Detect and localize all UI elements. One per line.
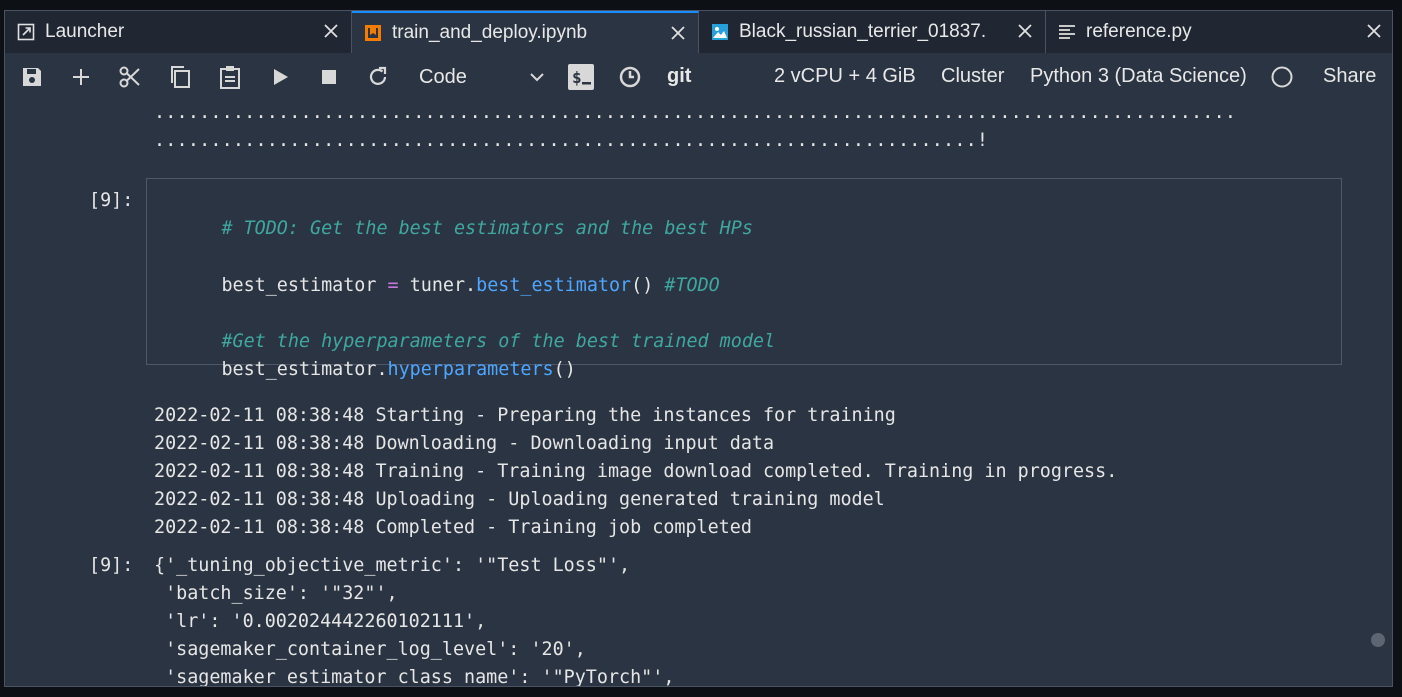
cell-type-select[interactable]: Code (419, 62, 545, 92)
notebook-window: Launcher train_and_deploy.ipynb Black_ru… (4, 10, 1393, 687)
code-variable: best_estimator (221, 275, 377, 296)
tab-label: Launcher (45, 21, 125, 42)
output-line: {'_tuning_objective_metric': '"Test Loss… (154, 555, 631, 576)
share-button[interactable]: Share (1323, 65, 1376, 88)
save-icon[interactable] (18, 63, 46, 91)
close-icon[interactable] (668, 23, 688, 43)
tab-reference-py[interactable]: reference.py (1046, 11, 1392, 53)
terminal-icon[interactable]: $ (567, 63, 595, 91)
log-line: 2022-02-11 08:38:48 Downloading - Downlo… (154, 433, 775, 454)
input-prompt: [9]: (89, 190, 134, 211)
log-line: 2022-02-11 08:38:48 Training - Training … (154, 461, 1118, 482)
close-icon[interactable] (1364, 21, 1384, 41)
copy-icon[interactable] (166, 63, 194, 91)
code-call: () (631, 275, 654, 296)
tab-label: reference.py (1086, 21, 1192, 42)
output-line: 'lr': '0.002024442260102111', (154, 611, 487, 632)
add-cell-icon[interactable] (67, 63, 95, 91)
log-line: 2022-02-11 08:38:48 Completed - Training… (154, 517, 752, 538)
tab-label: Black_russian_terrier_01837. (739, 21, 987, 42)
svg-text:$: $ (572, 68, 582, 87)
paste-icon[interactable] (216, 63, 244, 91)
notebook-toolbar: Code $ git 2 vCPU + 4 GiB Cluster Python… (5, 53, 1392, 101)
code-comment: # TODO: Get the best estimators and the … (221, 218, 753, 239)
chevron-down-icon (529, 68, 545, 91)
close-icon[interactable] (321, 21, 341, 41)
kernel-name[interactable]: Python 3 (Data Science) (1030, 65, 1247, 88)
code-object: tuner. (409, 275, 477, 296)
cut-icon[interactable] (116, 63, 144, 91)
tab-image-file[interactable]: Black_russian_terrier_01837. (699, 11, 1046, 53)
output-progress-dots: ........................................… (154, 130, 989, 151)
scrollbar-thumb[interactable] (1371, 633, 1385, 647)
output-prompt: [9]: (89, 555, 134, 576)
code-function: hyperparameters (387, 359, 554, 380)
log-line: 2022-02-11 08:38:48 Starting - Preparing… (154, 405, 896, 426)
instance-type[interactable]: 2 vCPU + 4 GiB (774, 65, 916, 88)
kernel-status-icon (1268, 63, 1296, 91)
code-line: best_estimator.hyperparameters() (155, 328, 576, 412)
cluster-button[interactable]: Cluster (941, 65, 1004, 88)
tab-launcher[interactable]: Launcher (5, 11, 352, 53)
output-line: 'sagemaker_estimator_class_name': '"PyTo… (154, 667, 675, 687)
stop-icon[interactable] (315, 63, 343, 91)
notebook-icon (364, 24, 382, 42)
tab-bar: Launcher train_and_deploy.ipynb Black_ru… (5, 11, 1392, 53)
tab-train-and-deploy[interactable]: train_and_deploy.ipynb (352, 11, 699, 53)
restart-icon[interactable] (364, 63, 392, 91)
code-operator: = (387, 275, 399, 296)
cell-type-value: Code (419, 65, 467, 88)
code-object: best_estimator. (221, 359, 388, 380)
code-call: () (553, 359, 576, 380)
notebook-panel[interactable]: ........................................… (5, 101, 1392, 687)
image-file-icon (711, 23, 729, 41)
run-icon[interactable] (267, 63, 295, 91)
clock-icon[interactable] (616, 63, 644, 91)
log-line: 2022-02-11 08:38:48 Uploading - Uploadin… (154, 489, 885, 510)
output-line: 'sagemaker_container_log_level': '20', (154, 639, 586, 660)
code-comment: #TODO (664, 275, 720, 296)
close-icon[interactable] (1015, 21, 1035, 41)
launcher-icon (17, 23, 35, 41)
tab-label: train_and_deploy.ipynb (392, 22, 588, 43)
output-line: 'batch_size': '"32"', (154, 583, 398, 604)
output-progress-dots: ........................................… (154, 102, 1237, 123)
git-icon[interactable]: git (667, 65, 691, 88)
code-function: best_estimator (476, 275, 632, 296)
text-file-icon (1058, 23, 1076, 41)
